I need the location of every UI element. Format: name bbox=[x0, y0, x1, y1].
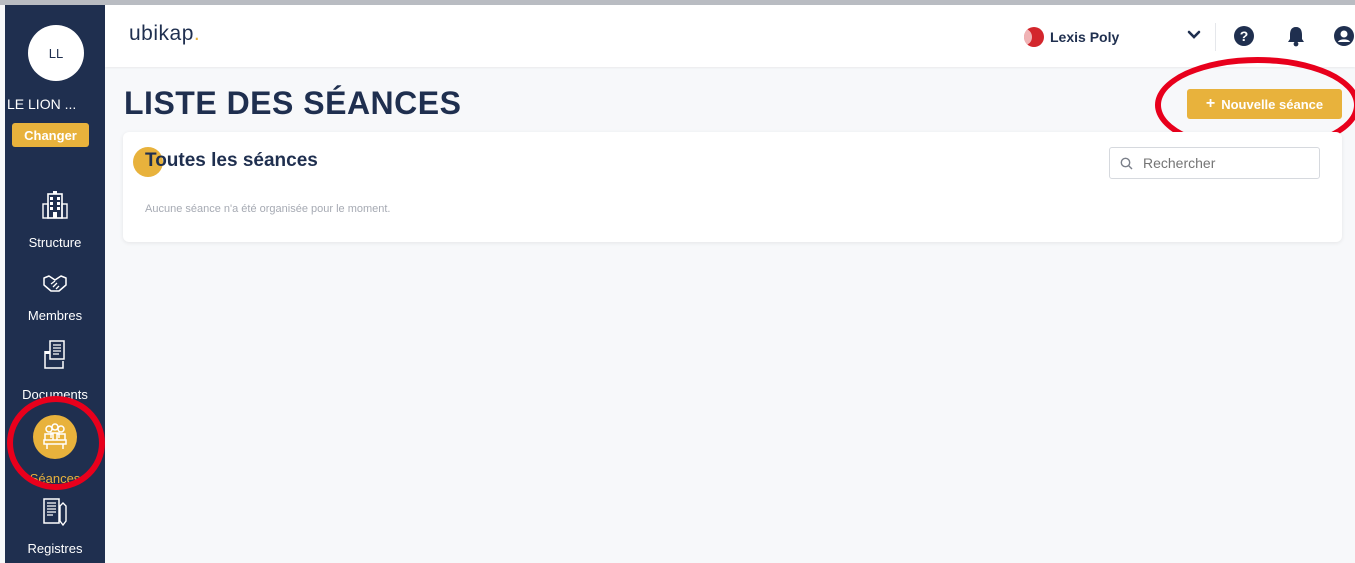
chevron-down-icon[interactable] bbox=[1187, 24, 1201, 45]
sidebar-item-registres[interactable]: Registres bbox=[5, 497, 105, 556]
new-seance-button[interactable]: + Nouvelle séance bbox=[1187, 89, 1342, 119]
organization-name: LE LION ... bbox=[7, 96, 77, 112]
sidebar-item-documents[interactable]: Documents bbox=[5, 339, 105, 402]
account-name: Lexis Poly bbox=[1050, 29, 1120, 45]
active-indicator bbox=[33, 415, 77, 459]
sidebar-item-label: Documents bbox=[22, 387, 88, 402]
seances-card: Toutes les séances Aucune séance n'a été… bbox=[123, 132, 1342, 242]
search-icon bbox=[1120, 157, 1133, 169]
building-icon bbox=[42, 191, 68, 219]
meeting-icon bbox=[43, 423, 67, 449]
account-selector[interactable]: Lexis Poly bbox=[1024, 27, 1119, 47]
plus-icon: + bbox=[1205, 95, 1216, 112]
register-icon bbox=[43, 498, 67, 527]
top-header: ubikap. Lexis Poly ? bbox=[105, 5, 1355, 67]
search-field[interactable] bbox=[1109, 147, 1320, 179]
sidebar-item-membres[interactable]: Membres bbox=[5, 272, 105, 323]
ubikap-logo[interactable]: ubikap. bbox=[129, 22, 200, 46]
sidebar-item-label: Membres bbox=[27, 308, 83, 323]
card-title: Toutes les séances bbox=[145, 150, 318, 171]
help-icon[interactable]: ? bbox=[1233, 25, 1255, 52]
lexis-logo-icon bbox=[1024, 27, 1044, 47]
bell-icon[interactable] bbox=[1286, 25, 1306, 52]
documents-icon bbox=[44, 340, 65, 369]
sidebar-item-seances[interactable]: Séances bbox=[5, 415, 105, 486]
new-seance-label: Nouvelle séance bbox=[1221, 96, 1324, 112]
sidebar: LL LE LION ... Changer Structure Membres bbox=[5, 5, 105, 563]
sidebar-item-label: Structure bbox=[28, 235, 82, 250]
handshake-icon bbox=[43, 275, 67, 292]
sidebar-item-structure[interactable]: Structure bbox=[5, 190, 105, 250]
header-divider bbox=[1215, 23, 1216, 51]
avatar[interactable]: LL bbox=[28, 25, 84, 81]
sidebar-item-label: Registres bbox=[27, 541, 83, 556]
sidebar-item-label: Séances bbox=[29, 471, 81, 486]
empty-state-message: Aucune séance n'a été organisée pour le … bbox=[145, 203, 391, 215]
user-icon[interactable] bbox=[1333, 25, 1355, 52]
search-input[interactable] bbox=[1141, 154, 1305, 172]
page-title: LISTE DES SÉANCES bbox=[124, 85, 462, 121]
svg-text:?: ? bbox=[1240, 28, 1249, 44]
change-organization-button[interactable]: Changer bbox=[12, 123, 89, 147]
avatar-initials: LL bbox=[48, 45, 64, 61]
